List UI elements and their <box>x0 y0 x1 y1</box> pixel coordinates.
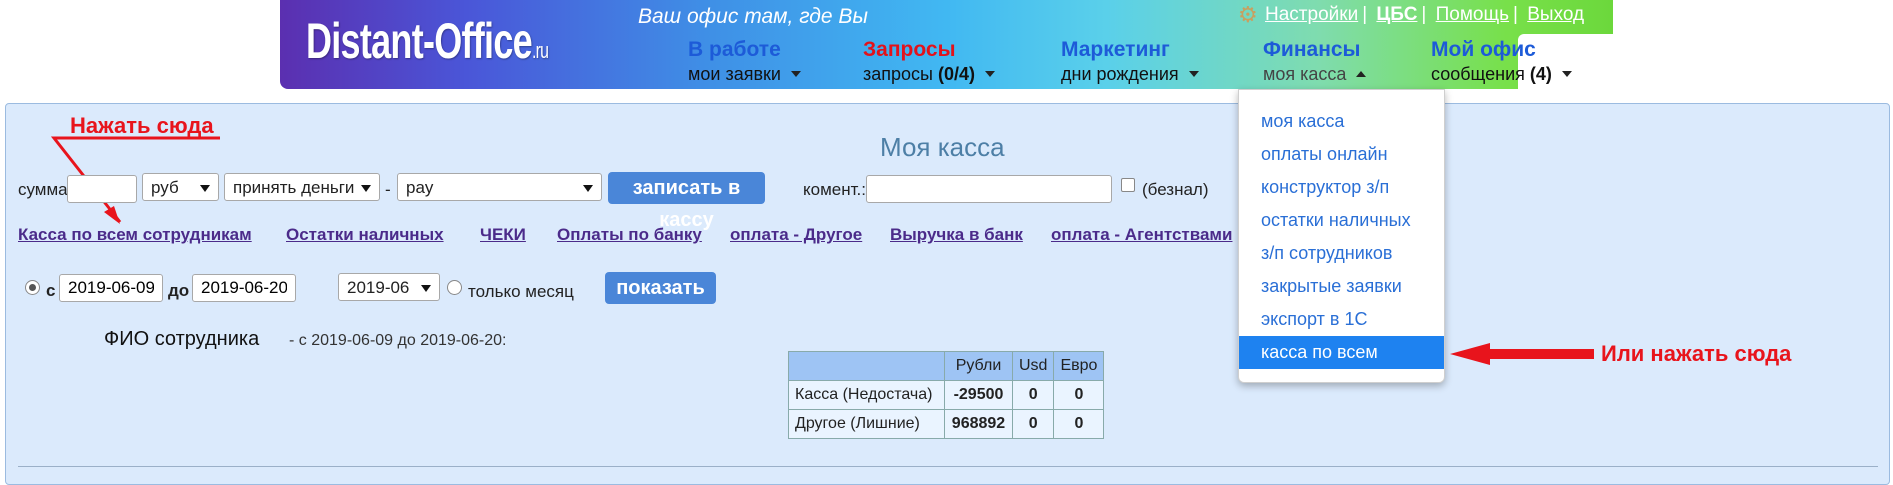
table-header-cell: Рубли <box>944 351 1013 381</box>
nav-in-work-sub: мои заявки <box>688 64 781 84</box>
month-only-label: только месяц <box>468 282 574 301</box>
operation-select[interactable]: принять деньги <box>224 173 380 201</box>
employee-name-label: ФИО сотрудника <box>104 328 260 350</box>
currency-select[interactable]: руб <box>142 173 219 201</box>
chevron-down-icon <box>1188 71 1199 77</box>
nav-in-work[interactable]: В работе мои заявки <box>688 38 801 85</box>
cash-summary-table: Рубли Usd Евро Касса (Недостача) -29500 … <box>788 351 1105 439</box>
annotation-arrow-left-icon <box>1450 343 1594 365</box>
date-to-input[interactable] <box>192 274 296 302</box>
logout-link[interactable]: Выход <box>1527 4 1584 25</box>
table-cell: Касса (Недостача) <box>788 380 945 410</box>
header-banner: Distant-Office.ru Ваш офис там, где Вы ⚙… <box>280 0 1676 90</box>
nav-finance[interactable]: Финансы моя касса <box>1263 38 1367 85</box>
amount-label: сумма <box>18 180 68 199</box>
menu-item-online-payments[interactable]: оплаты онлайн <box>1239 138 1444 171</box>
annotation-or-click-here: Или нажать сюда <box>1601 341 1792 366</box>
period-text: - с 2019-06-09 до 2019-06-20: <box>289 332 507 349</box>
chevron-down-icon <box>985 71 996 77</box>
logo-main: Distant-Office <box>306 13 533 69</box>
cashless-checkbox[interactable] <box>1121 178 1135 192</box>
finance-dropdown-menu: моя касса оплаты онлайн конструктор з/п … <box>1238 89 1445 383</box>
link-cash-balances[interactable]: Остатки наличных <box>286 225 444 245</box>
top-links: ⚙ Настройки | ЦБС | Помощь | Выход <box>1238 2 1585 28</box>
record-to-cash-button[interactable]: записать в кассу <box>608 172 765 231</box>
link-receipts[interactable]: ЧЕКИ <box>480 225 526 245</box>
nav-requests[interactable]: Запросы запросы (0/4) <box>863 38 996 85</box>
table-cell: 0 <box>1011 380 1055 410</box>
menu-item-my-cash[interactable]: моя касса <box>1239 105 1444 138</box>
date-range-radio[interactable] <box>25 280 40 295</box>
settings-link[interactable]: Настройки <box>1265 4 1358 25</box>
nav-requests-sub: запросы <box>863 64 933 84</box>
nav-requests-title: Запросы <box>863 38 956 61</box>
table-header-cell: Usd <box>1011 351 1055 381</box>
link-payment-other[interactable]: оплата - Другое <box>730 225 862 245</box>
gear-icon[interactable]: ⚙ <box>1238 2 1258 28</box>
link-cash-all-employees[interactable]: Касса по всем сотрудникам <box>18 225 252 245</box>
link-payment-agencies[interactable]: оплата - Агентствами <box>1051 225 1232 245</box>
date-from-input[interactable] <box>59 274 163 302</box>
nav-my-office-title: Мой офис <box>1431 38 1536 61</box>
menu-item-cash-balances[interactable]: остатки наличных <box>1239 204 1444 237</box>
table-cell: 0 <box>1053 380 1105 410</box>
nav-my-office[interactable]: Мой офис сообщения (4) <box>1431 38 1572 85</box>
nav-finance-sub: моя касса <box>1263 64 1347 84</box>
menu-item-employee-salary[interactable]: з/п сотрудников <box>1239 237 1444 270</box>
table-cell: -29500 <box>944 380 1013 410</box>
nav-marketing-title: Маркетинг <box>1061 38 1170 61</box>
comment-label: комент.: <box>803 180 866 199</box>
nav-marketing[interactable]: Маркетинг дни рождения <box>1061 38 1199 85</box>
dash-separator: - <box>385 180 391 199</box>
nav-requests-count: (0/4) <box>938 64 976 84</box>
menu-item-salary-builder[interactable]: конструктор з/п <box>1239 171 1444 204</box>
chevron-up-icon <box>1356 71 1367 77</box>
show-button[interactable]: показать <box>605 272 716 304</box>
table-cell: Другое (Лишние) <box>788 409 945 439</box>
help-link[interactable]: Помощь <box>1436 4 1509 25</box>
table-cell: 0 <box>1053 409 1105 439</box>
logo-tld: .ru <box>531 38 549 63</box>
chevron-down-icon <box>790 71 801 77</box>
table-header-cell: Евро <box>1053 351 1105 381</box>
nav-finance-title: Финансы <box>1263 38 1361 61</box>
pay-type-select[interactable]: pay <box>397 173 602 201</box>
table-header-row: Рубли Usd Евро <box>788 351 1105 381</box>
cbs-link[interactable]: ЦБС <box>1376 4 1417 25</box>
nav-my-office-count: (4) <box>1529 64 1552 84</box>
nav-my-office-sub: сообщения <box>1431 64 1525 84</box>
slogan: Ваш офис там, где Вы <box>638 5 868 28</box>
link-revenue-to-bank[interactable]: Выручка в банк <box>890 225 1023 245</box>
nav-in-work-title: В работе <box>688 38 781 61</box>
table-row: Касса (Недостача) -29500 0 0 <box>788 380 1105 410</box>
amount-input[interactable] <box>67 175 137 203</box>
link-bank-payments[interactable]: Оплаты по банку <box>557 225 702 245</box>
page-title: Моя касса <box>880 132 1005 162</box>
nav-marketing-sub: дни рождения <box>1061 64 1179 84</box>
from-label: с <box>46 281 56 300</box>
month-select[interactable]: 2019-06 <box>338 273 440 301</box>
comment-input[interactable] <box>866 175 1112 203</box>
table-header-cell <box>788 351 945 381</box>
table-row: Другое (Лишние) 968892 0 0 <box>788 409 1105 439</box>
chevron-down-icon <box>1561 71 1572 77</box>
cashless-label: (безнал) <box>1142 180 1209 199</box>
table-cell: 0 <box>1011 409 1055 439</box>
menu-item-cash-all[interactable]: касса по всем <box>1239 336 1444 369</box>
month-only-radio[interactable] <box>447 280 462 295</box>
table-cell: 968892 <box>944 409 1013 439</box>
bottom-divider <box>18 466 1878 467</box>
to-label: до <box>168 281 190 300</box>
menu-item-export-1c[interactable]: экспорт в 1С <box>1239 303 1444 336</box>
site-logo[interactable]: Distant-Office.ru <box>306 12 549 70</box>
menu-item-closed-orders[interactable]: закрытые заявки <box>1239 270 1444 303</box>
